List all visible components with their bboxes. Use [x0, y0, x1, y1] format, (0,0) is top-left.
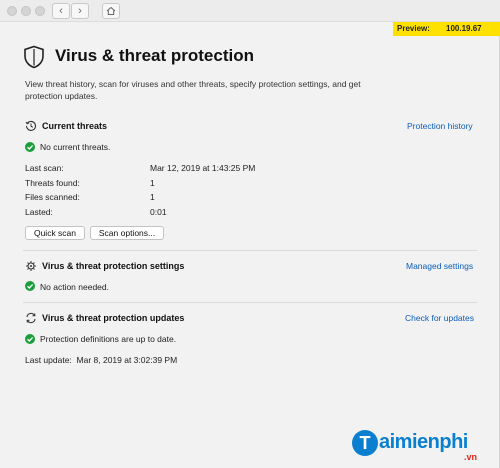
files-scanned-label: Files scanned: [25, 192, 80, 202]
settings-status: No action needed. [40, 282, 109, 292]
last-scan-value: Mar 12, 2019 at 1:43:25 PM [150, 163, 256, 173]
back-button[interactable]: ‹ [52, 3, 70, 19]
watermark-brand: aimienphi [379, 431, 468, 453]
gear-shield-icon [26, 261, 36, 271]
preview-version: 100.19.67 [446, 24, 482, 33]
page-description: View threat history, scan for viruses an… [25, 79, 361, 101]
check-for-updates-link[interactable]: Check for updates [405, 313, 474, 323]
threats-found-label: Threats found: [25, 178, 80, 188]
updates-title: Virus & threat protection updates [42, 313, 185, 323]
watermark-suffix: .vn [464, 452, 478, 462]
files-scanned-value: 1 [150, 192, 155, 202]
lasted-label: Lasted: [25, 207, 53, 217]
refresh-icon [26, 312, 36, 324]
check-circle-icon [25, 281, 35, 291]
home-icon [106, 6, 116, 15]
last-update-text: Last update: Mar 8, 2019 at 3:02:39 PM [25, 355, 178, 365]
minimize-window-button[interactable] [21, 6, 31, 16]
preview-banner: Preview: 100.19.67 [393, 22, 500, 36]
check-circle-icon [25, 142, 35, 152]
last-scan-label: Last scan: [25, 163, 64, 173]
updates-status: Protection definitions are up to date. [40, 334, 177, 344]
section-divider [23, 250, 477, 251]
check-circle-icon [25, 334, 35, 344]
close-window-button[interactable] [7, 6, 17, 16]
current-threats-title: Current threats [42, 121, 108, 131]
page-title: Virus & threat protection [55, 46, 254, 65]
threats-status: No current threats. [40, 142, 111, 152]
chevron-left-icon: ‹ [59, 5, 63, 17]
watermark-initial: T [352, 430, 378, 456]
protection-history-link[interactable]: Protection history [407, 121, 473, 131]
history-clock-icon [25, 120, 37, 131]
quick-scan-button[interactable]: Quick scan [25, 226, 85, 240]
shield-icon [24, 45, 44, 69]
scan-options-button[interactable]: Scan options... [90, 226, 164, 240]
defender-window: ‹ › Preview: 100.19.67 Virus & threat pr… [0, 0, 500, 468]
managed-settings-link[interactable]: Managed settings [406, 261, 473, 271]
preview-label: Preview: [397, 24, 430, 33]
settings-title: Virus & threat protection settings [42, 261, 185, 271]
zoom-window-button[interactable] [35, 6, 45, 16]
forward-button[interactable]: › [71, 3, 89, 19]
chevron-right-icon: › [78, 5, 82, 17]
section-divider [23, 302, 477, 303]
home-button[interactable] [102, 3, 120, 19]
lasted-value: 0:01 [150, 207, 167, 217]
threats-found-value: 1 [150, 178, 155, 188]
title-bar: ‹ › [0, 0, 500, 22]
